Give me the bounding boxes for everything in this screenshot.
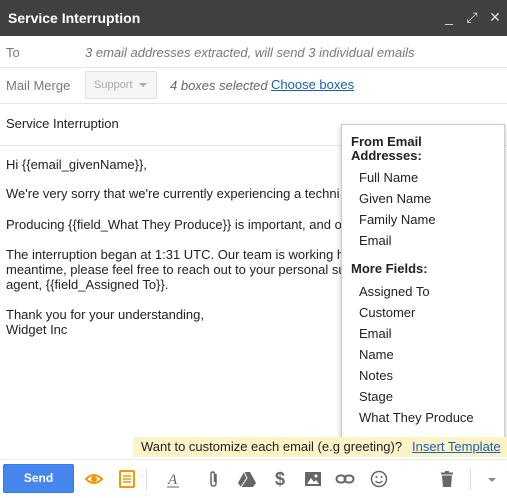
window-title: Service Interruption bbox=[8, 10, 141, 26]
body-closing: Thank you for your understanding, bbox=[6, 307, 205, 322]
body-signature: Widget Inc bbox=[6, 322, 68, 337]
tip-text: Want to customize each email (e.g greeti… bbox=[141, 439, 403, 454]
mail-merge-label: Mail Merge bbox=[6, 78, 71, 93]
chevron-down-icon bbox=[139, 83, 147, 87]
mail-merge-select-value: Support bbox=[94, 79, 133, 91]
eye-icon[interactable] bbox=[84, 469, 104, 489]
paperclip-icon[interactable] bbox=[204, 469, 224, 489]
to-label: To bbox=[6, 45, 20, 60]
dropdown-header-more-fields: More Fields: bbox=[351, 261, 428, 276]
dropdown-header-line: From Email bbox=[351, 134, 422, 149]
dropdown-item-family-name[interactable]: Family Name bbox=[359, 212, 436, 227]
body-greeting: Hi {{email_givenName}}, bbox=[6, 157, 147, 172]
body-line: meantime, please feel free to reach out … bbox=[6, 262, 346, 277]
body-line: The interruption began at 1:31 UTC. Our … bbox=[6, 247, 345, 262]
choose-boxes-link[interactable]: Choose boxes bbox=[271, 77, 354, 92]
dropdown-item-email[interactable]: Email bbox=[359, 233, 392, 248]
boxes-selected-info: 4 boxes selected bbox=[170, 78, 268, 93]
mail-merge-select[interactable]: Support bbox=[85, 71, 157, 99]
dropdown-header-email: From Email Addresses: bbox=[351, 135, 422, 163]
recipients-info: 3 email addresses extracted, will send 3… bbox=[85, 45, 415, 60]
text-format-icon[interactable]: A bbox=[163, 469, 183, 489]
dropdown-item-assigned-to[interactable]: Assigned To bbox=[359, 284, 430, 299]
to-row[interactable]: To 3 email addresses extracted, will sen… bbox=[0, 36, 507, 68]
trash-icon[interactable] bbox=[437, 469, 457, 489]
insert-template-link[interactable]: Insert Template bbox=[412, 439, 501, 454]
subject-value: Service Interruption bbox=[6, 116, 119, 131]
dropdown-item-given-name[interactable]: Given Name bbox=[359, 191, 431, 206]
dropdown-item-field-email[interactable]: Email bbox=[359, 326, 392, 341]
compose-toolbar: Send A $ bbox=[0, 459, 507, 498]
dropdown-item-full-name[interactable]: Full Name bbox=[359, 170, 418, 185]
drive-icon[interactable] bbox=[237, 469, 257, 489]
dropdown-item-stage[interactable]: Stage bbox=[359, 389, 393, 404]
popout-icon[interactable]: ⤢ bbox=[464, 8, 480, 26]
image-icon[interactable] bbox=[303, 469, 323, 489]
body-line: We're very sorry that we're currently ex… bbox=[6, 186, 340, 201]
link-icon[interactable] bbox=[335, 469, 355, 489]
dropdown-item-notes[interactable]: Notes bbox=[359, 368, 393, 383]
body-line: Producing {{field_What They Produce}} is… bbox=[6, 217, 342, 232]
template-tip-bar: Want to customize each email (e.g greeti… bbox=[133, 437, 507, 457]
merge-fields-dropdown: From Email Addresses: Full Name Given Na… bbox=[341, 124, 505, 439]
minimize-icon[interactable]: _ bbox=[441, 8, 457, 26]
toolbar-divider bbox=[146, 468, 147, 490]
dropdown-item-customer[interactable]: Customer bbox=[359, 305, 415, 320]
smiley-icon[interactable] bbox=[369, 469, 389, 489]
template-icon[interactable] bbox=[117, 469, 137, 489]
dropdown-item-what-they-produce[interactable]: What They Produce bbox=[359, 410, 474, 425]
close-icon[interactable]: ✕ bbox=[487, 8, 503, 26]
compose-title-bar: Service Interruption _ ⤢ ✕ bbox=[0, 0, 507, 36]
chevron-down-icon[interactable] bbox=[482, 469, 502, 489]
dropdown-item-name[interactable]: Name bbox=[359, 347, 394, 362]
body-line: agent, {{field_Assigned To}}. bbox=[6, 277, 169, 292]
dollar-icon[interactable]: $ bbox=[270, 469, 290, 489]
toolbar-divider bbox=[470, 468, 471, 490]
send-button[interactable]: Send bbox=[3, 464, 74, 493]
svg-text:A: A bbox=[167, 472, 178, 488]
dropdown-header-line: Addresses: bbox=[351, 148, 422, 163]
